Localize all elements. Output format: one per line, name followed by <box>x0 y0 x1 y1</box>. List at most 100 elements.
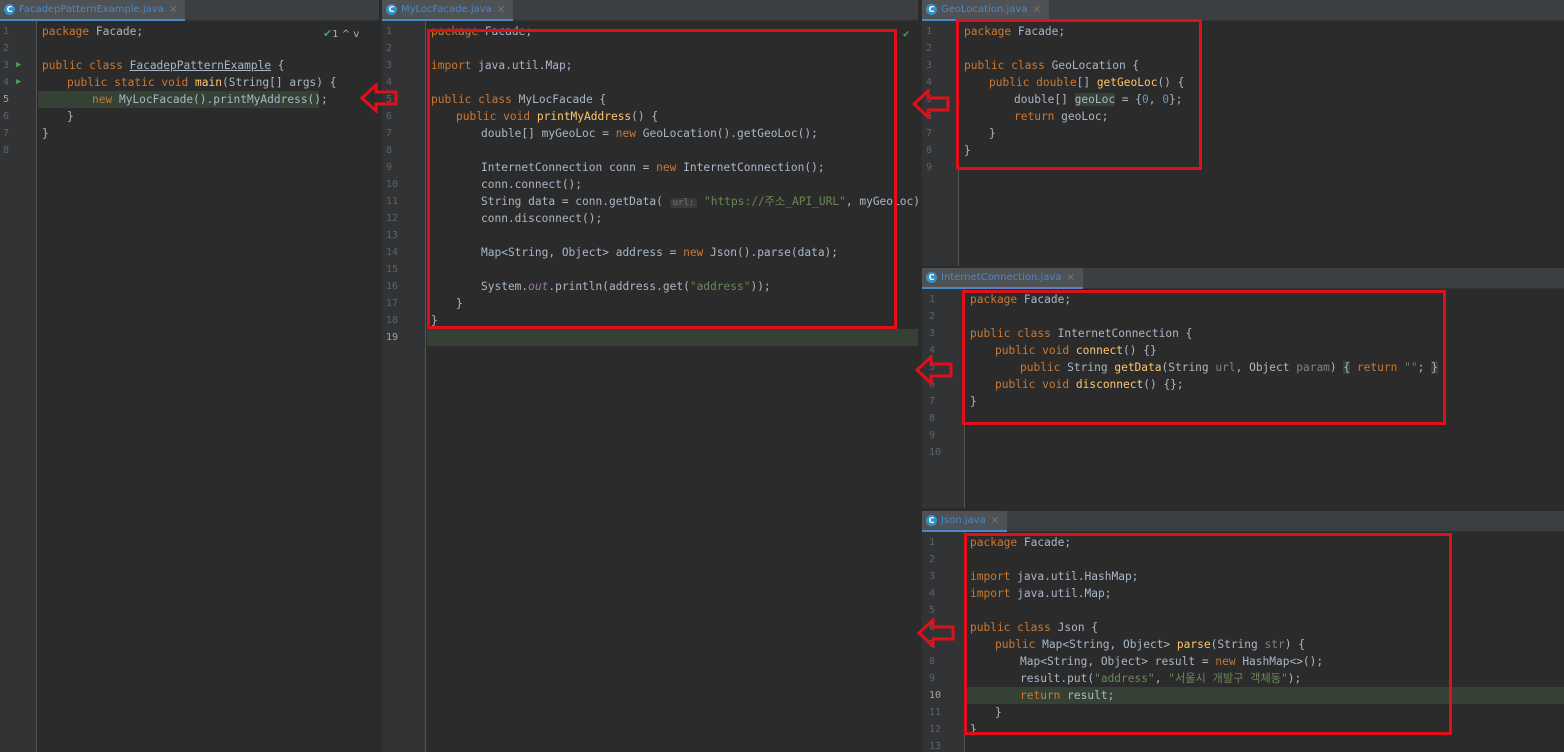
line-number: 1 <box>929 294 936 305</box>
param-hint: url: <box>669 198 698 208</box>
line-number: 1 <box>926 26 933 37</box>
line-gutter: 1 2 3 4 5 6 7 8 9 <box>922 21 959 266</box>
code-line: package Facade; <box>970 293 1072 306</box>
code-line: } <box>995 706 1002 719</box>
line-number: 7 <box>929 396 936 407</box>
run-icon[interactable]: ▶ <box>16 77 21 87</box>
line-number: 7 <box>926 128 933 139</box>
line-number: 5 <box>3 94 10 105</box>
line-number: 4 <box>929 588 936 599</box>
line-number: 3 <box>386 60 393 71</box>
code-area[interactable]: package Facade; import java.util.HashMap… <box>966 532 1564 752</box>
code-area[interactable]: package Facade; public class InternetCon… <box>966 289 1564 508</box>
close-icon[interactable]: × <box>497 4 505 15</box>
line-number: 10 <box>929 447 942 458</box>
line-gutter: 1 2 3 4 5 6 7 8 9 10 11 12 13 14 15 16 1… <box>382 21 426 752</box>
code-line-current: return result; <box>966 687 1564 704</box>
line-number: 8 <box>3 145 10 156</box>
line-number: 8 <box>929 413 936 424</box>
editor-pane-facade-example: C FacadepPatternExample.java × 1 2 3 ▶ 4… <box>0 0 379 752</box>
class-icon: C <box>386 4 397 15</box>
line-number: 3 <box>929 571 936 582</box>
editor-pane-internet-connection: C InternetConnection.java × 1 2 3 4 5 6 … <box>922 268 1564 508</box>
code-line: import java.util.Map; <box>431 59 573 72</box>
close-icon[interactable]: × <box>1032 4 1040 15</box>
tab-label: MyLocFacade.java <box>401 4 492 15</box>
code-line-current: new MyLocFacade().printMyAddress(); <box>38 91 328 108</box>
code-line: public double[] getGeoLoc() { <box>989 76 1185 89</box>
tab-geo-location[interactable]: C GeoLocation.java × <box>922 0 1049 21</box>
close-icon[interactable]: × <box>169 4 177 15</box>
inspection-widget[interactable]: ✔1 ^ v <box>323 27 359 40</box>
line-number: 1 <box>929 537 936 548</box>
line-number: 17 <box>386 298 399 309</box>
line-number: 7 <box>3 128 10 139</box>
code-line-current <box>427 329 918 346</box>
close-icon[interactable]: × <box>1066 272 1074 283</box>
code-line: public void disconnect() {}; <box>995 378 1184 391</box>
line-number: 13 <box>386 230 399 241</box>
code-line: public class MyLocFacade { <box>431 93 607 106</box>
tab-internet-connection[interactable]: C InternetConnection.java × <box>922 268 1083 289</box>
chevron-up-icon[interactable]: ^ <box>342 29 350 40</box>
code-line: public class Json { <box>970 621 1099 634</box>
arrow-left-icon <box>360 83 398 113</box>
code-line: conn.connect(); <box>481 178 583 191</box>
code-line: public Map<String, Object> parse(String … <box>995 638 1305 651</box>
code-line: result.put("address", "서울시 개발구 객체동"); <box>1020 672 1302 685</box>
line-number: 2 <box>3 43 10 54</box>
line-number: 19 <box>386 332 399 343</box>
tab-label: Json.java <box>941 515 986 526</box>
code-line: public void printMyAddress() { <box>456 110 659 123</box>
run-icon[interactable]: ▶ <box>16 60 21 70</box>
line-number: 3 <box>3 60 10 71</box>
code-line: } <box>970 723 977 736</box>
code-line: return geoLoc; <box>1014 110 1109 123</box>
code-line: Map<String, Object> result = new HashMap… <box>1020 655 1324 668</box>
code-area[interactable]: package Facade; public class GeoLocation… <box>960 21 1564 266</box>
code-line: public class FacadepPatternExample { <box>42 59 285 72</box>
tab-my-loc-facade[interactable]: C MyLocFacade.java × <box>382 0 514 21</box>
code-line: System.out.println(address.get("address"… <box>481 280 771 293</box>
line-number: 9 <box>929 673 936 684</box>
code-line: double[] geoLoc = {0, 0}; <box>1014 93 1183 106</box>
code-line: public void connect() {} <box>995 344 1157 357</box>
line-number: 10 <box>929 690 942 701</box>
line-number: 9 <box>926 162 933 173</box>
tab-json[interactable]: C Json.java × <box>922 511 1008 532</box>
line-gutter: 1 2 3 ▶ 4 ▶ 5 6 7 8 <box>0 21 37 752</box>
code-area[interactable]: package Facade; import java.util.Map; pu… <box>427 21 918 752</box>
line-number: 6 <box>3 111 10 122</box>
code-line: package Facade; <box>970 536 1072 549</box>
line-number: 16 <box>386 281 399 292</box>
code-line: public static void main(String[] args) { <box>67 76 337 89</box>
tab-bar: C Json.java × <box>922 511 1564 532</box>
code-area[interactable]: package Facade; public class FacadepPatt… <box>38 21 379 752</box>
line-number: 14 <box>386 247 399 258</box>
chevron-down-icon[interactable]: v <box>353 29 359 40</box>
code-line: InternetConnection conn = new InternetCo… <box>481 161 825 174</box>
code-line: package Facade; <box>964 25 1066 38</box>
line-number: 2 <box>929 311 936 322</box>
line-number: 9 <box>929 430 936 441</box>
line-number: 2 <box>386 43 393 54</box>
code-line: } <box>431 314 438 327</box>
code-line: double[] myGeoLoc = new GeoLocation().ge… <box>481 127 818 140</box>
tab-bar: C FacadepPatternExample.java × <box>0 0 379 21</box>
code-line: String data = conn.getData( url: "https:… <box>481 195 918 208</box>
line-number: 2 <box>926 43 933 54</box>
tab-bar: C GeoLocation.java × <box>922 0 1564 21</box>
tab-label: FacadepPatternExample.java <box>19 4 164 15</box>
line-number: 5 <box>929 605 936 616</box>
close-icon[interactable]: × <box>991 515 999 526</box>
editor-pane-my-loc-facade: C MyLocFacade.java × 1 2 3 4 5 6 7 8 9 1… <box>382 0 918 752</box>
warning-check-icon: ✔ <box>323 27 333 40</box>
line-number: 10 <box>386 179 399 190</box>
code-line: Map<String, Object> address = new Json()… <box>481 246 839 259</box>
editor-pane-json: C Json.java × 1 2 3 4 5 6 7 8 9 10 11 12… <box>922 511 1564 752</box>
line-number: 11 <box>386 196 399 207</box>
tab-facade-example[interactable]: C FacadepPatternExample.java × <box>0 0 186 21</box>
code-line: public class GeoLocation { <box>964 59 1140 72</box>
line-number: 13 <box>929 741 942 752</box>
line-number: 11 <box>929 707 942 718</box>
